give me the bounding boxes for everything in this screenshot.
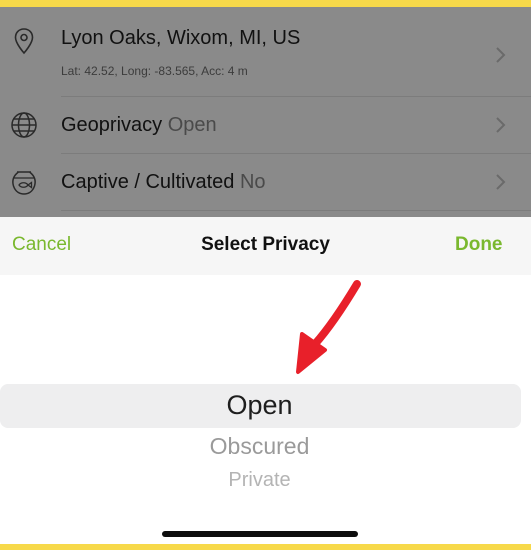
picker-toolbar: Select Privacy Cancel Done <box>0 217 531 275</box>
chevron-right-icon <box>496 174 506 190</box>
divider <box>61 210 531 211</box>
cancel-button[interactable]: Cancel <box>12 234 71 256</box>
frame-top-border <box>0 0 531 7</box>
geoprivacy-value: Open <box>167 114 217 136</box>
captive-value: No <box>239 171 266 193</box>
location-row[interactable]: Lyon Oaks, Wixom, MI, US Lat: 42.52, Lon… <box>0 7 531 97</box>
geoprivacy-label-text: Geoprivacy <box>61 114 163 136</box>
frame-bottom-border <box>0 544 531 550</box>
picker-option-private[interactable]: Private <box>0 469 519 492</box>
annotation-arrow-icon <box>296 280 361 374</box>
geoprivacy-row[interactable]: Geoprivacy Open <box>0 97 531 153</box>
fishbowl-icon <box>12 171 36 195</box>
chevron-right-icon <box>496 47 506 63</box>
location-details: Lat: 42.52, Long: -83.565, Acc: 4 m <box>61 64 248 78</box>
done-button[interactable]: Done <box>455 234 503 256</box>
privacy-picker-wheel[interactable]: Open Obscured Private <box>0 275 531 544</box>
map-pin-icon <box>14 28 34 55</box>
captive-label: Captive / Cultivated No <box>61 171 266 194</box>
picker-option-obscured[interactable]: Obscured <box>0 433 519 460</box>
picker-option-open[interactable]: Open <box>0 390 519 421</box>
picker-title: Select Privacy <box>201 234 330 255</box>
captive-label-text: Captive / Cultivated <box>61 171 235 193</box>
geoprivacy-label: Geoprivacy Open <box>61 114 217 137</box>
globe-icon <box>11 112 37 138</box>
chevron-right-icon <box>496 117 506 133</box>
captive-row[interactable]: Captive / Cultivated No <box>0 154 531 210</box>
home-indicator <box>162 531 358 537</box>
observation-form-overlay: Lyon Oaks, Wixom, MI, US Lat: 42.52, Lon… <box>0 7 531 217</box>
location-name: Lyon Oaks, Wixom, MI, US <box>61 27 301 49</box>
